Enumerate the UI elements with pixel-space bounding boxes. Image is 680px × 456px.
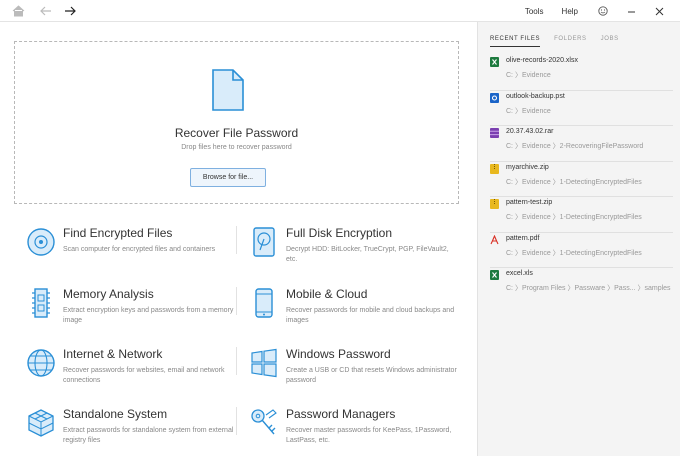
- back-arrow-icon: [40, 6, 51, 16]
- close-button[interactable]: [652, 4, 666, 18]
- feature-title: Internet & Network: [63, 347, 163, 361]
- zip-archive-icon: [490, 163, 499, 174]
- back-button[interactable]: [37, 2, 55, 20]
- feature-memory-analysis[interactable]: Memory Analysis Extract encryption keys …: [26, 285, 236, 335]
- recent-file-name: outlook-backup.pst: [506, 92, 565, 100]
- divider: [236, 347, 237, 375]
- disc-icon: [27, 228, 55, 256]
- feature-description: Extract passwords for standalone system …: [63, 427, 234, 444]
- feature-description: Extract encryption keys and passwords fr…: [63, 307, 234, 324]
- list-item[interactable]: excel.xls C: 〉Program Files 〉Passware 〉P…: [490, 268, 673, 304]
- list-item[interactable]: outlook-backup.pst C: 〉Evidence: [490, 91, 673, 126]
- divider: [236, 287, 237, 315]
- tab-folders[interactable]: FOLDERS: [554, 36, 587, 47]
- minimize-icon: [627, 11, 635, 12]
- tools-menu[interactable]: Tools: [525, 7, 544, 16]
- close-icon: [655, 7, 663, 15]
- main-panel: Recover File Password Drop files here to…: [0, 22, 477, 456]
- windows-logo-icon: [251, 348, 277, 378]
- help-menu[interactable]: Help: [562, 7, 578, 16]
- list-item[interactable]: pattern-test.zip C: 〉Evidence 〉1-Detecti…: [490, 197, 673, 233]
- divider: [236, 226, 237, 254]
- feature-title: Windows Password: [286, 347, 391, 361]
- tab-recent-files[interactable]: RECENT FILES: [490, 36, 541, 47]
- drop-zone-title: Recover File Password: [174, 126, 299, 140]
- excel-file-icon: [490, 270, 499, 280]
- feature-find-encrypted-files[interactable]: Find Encrypted Files Scan computer for e…: [26, 224, 236, 274]
- recent-file-name: myarchive.zip: [506, 163, 549, 171]
- feature-title: Standalone System: [63, 407, 168, 421]
- title-bar: Tools Help: [0, 0, 680, 22]
- feature-title: Find Encrypted Files: [63, 226, 173, 240]
- feature-title: Full Disk Encryption: [286, 226, 393, 240]
- recent-file-path: C: 〉Evidence 〉1-DetectingEncryptedFiles: [506, 214, 642, 221]
- forward-button[interactable]: [61, 2, 79, 20]
- feature-description: Recover passwords for websites, email an…: [63, 367, 225, 384]
- feature-internet-network[interactable]: Internet & Network Recover passwords for…: [26, 345, 236, 395]
- rar-archive-icon: [490, 128, 499, 138]
- feature-description: Scan computer for encrypted files and co…: [63, 246, 216, 253]
- home-button[interactable]: [9, 2, 27, 20]
- file-drop-zone[interactable]: Recover File Password Drop files here to…: [14, 41, 459, 204]
- list-item[interactable]: pattern.pdf C: 〉Evidence 〉1-DetectingEnc…: [490, 233, 673, 268]
- divider: [236, 407, 237, 435]
- zip-archive-icon: [490, 199, 499, 209]
- outlook-file-icon: [490, 92, 499, 103]
- cube-icon: [28, 409, 54, 437]
- list-item[interactable]: olive-records-2020.xlsx C: 〉Evidence: [490, 55, 673, 91]
- minimize-button[interactable]: [624, 4, 638, 18]
- tab-jobs[interactable]: JOBS: [601, 36, 619, 47]
- feature-mobile-cloud[interactable]: Mobile & Cloud Recover passwords for mob…: [249, 285, 459, 335]
- recent-files-list: olive-records-2020.xlsx C: 〉Evidence out…: [490, 55, 673, 304]
- recent-file-name: pattern.pdf: [506, 234, 540, 242]
- recent-file-name: 20.37.43.02.rar: [506, 128, 554, 135]
- feature-description: Recover master passwords for KeePass, 1P…: [286, 427, 452, 444]
- recent-file-path: C: 〉Evidence: [506, 72, 551, 79]
- hard-drive-icon: [253, 227, 275, 257]
- feature-password-managers[interactable]: Password Managers Recover master passwor…: [249, 405, 459, 455]
- feature-description: Recover passwords for mobile and cloud b…: [286, 307, 455, 324]
- mobile-phone-icon: [255, 288, 273, 318]
- feedback-button[interactable]: [596, 4, 610, 18]
- keys-icon: [251, 409, 277, 435]
- browse-for-file-button[interactable]: Browse for file...: [190, 168, 266, 187]
- pdf-file-icon: [490, 234, 499, 244]
- forward-arrow-icon: [65, 6, 76, 16]
- recent-file-path: C: 〉Program Files 〉Passware 〉Pass... 〉sa…: [506, 285, 671, 292]
- file-icon: [212, 69, 244, 111]
- feature-full-disk-encryption[interactable]: Full Disk Encryption Decrypt HDD: BitLoc…: [249, 224, 459, 274]
- feature-description: Create a USB or CD that resets Windows a…: [286, 367, 457, 384]
- feature-title: Mobile & Cloud: [286, 287, 368, 301]
- feature-title: Password Managers: [286, 407, 396, 421]
- sidebar-panel: RECENT FILES FOLDERS JOBS olive-records-…: [477, 22, 680, 456]
- feature-standalone-system[interactable]: Standalone System Extract passwords for …: [26, 405, 236, 455]
- recent-file-path: C: 〉Evidence 〉1-DetectingEncryptedFiles: [506, 178, 642, 186]
- globe-icon: [27, 349, 55, 377]
- recent-file-path: C: 〉Evidence 〉1-DetectingEncryptedFiles: [506, 249, 642, 257]
- list-item[interactable]: 20.37.43.02.rar C: 〉Evidence 〉2-Recoveri…: [490, 126, 673, 162]
- recent-file-path: C: 〉Evidence: [506, 107, 551, 115]
- home-icon: [12, 5, 24, 17]
- recent-file-name: olive-records-2020.xlsx: [506, 57, 578, 64]
- excel-file-icon: [490, 57, 499, 67]
- list-item[interactable]: myarchive.zip C: 〉Evidence 〉1-DetectingE…: [490, 162, 673, 197]
- memory-module-icon: [32, 288, 50, 318]
- drop-zone-subtitle: Drop files here to recover password: [181, 144, 292, 151]
- feature-windows-password[interactable]: Windows Password Create a USB or CD that…: [249, 345, 459, 395]
- smiley-icon: [598, 6, 608, 16]
- sidebar-tabs: RECENT FILES FOLDERS JOBS: [490, 36, 633, 47]
- recent-file-path: C: 〉Evidence 〉2-RecoveringFilePassword: [506, 143, 644, 150]
- feature-description: Decrypt HDD: BitLocker, TrueCrypt, PGP, …: [286, 246, 449, 263]
- recent-file-name: excel.xls: [506, 270, 533, 277]
- recent-file-name: pattern-test.zip: [506, 199, 553, 206]
- feature-title: Memory Analysis: [63, 287, 154, 301]
